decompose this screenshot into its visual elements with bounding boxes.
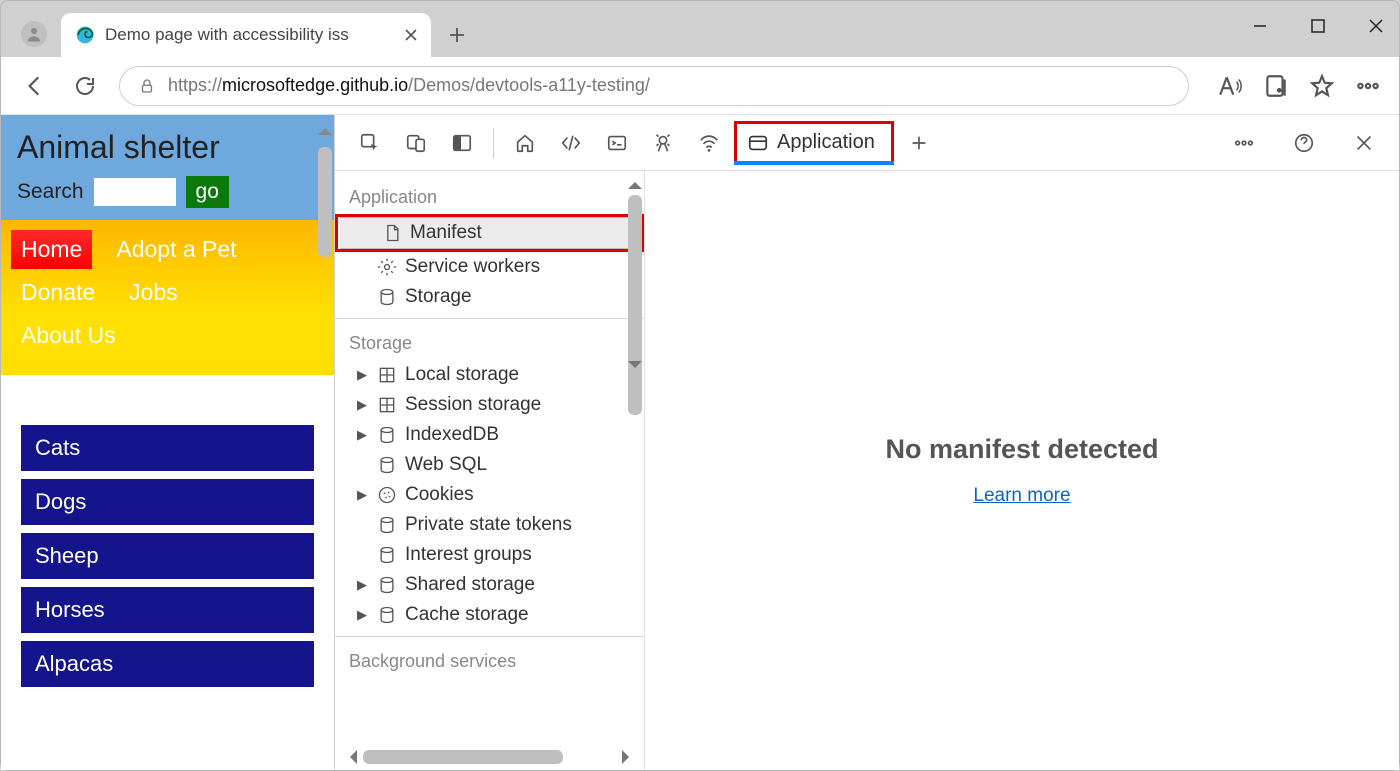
search-label: Search (17, 180, 84, 204)
animal-dogs[interactable]: Dogs (21, 479, 314, 525)
more-tabs-button[interactable] (898, 123, 940, 163)
tab-close-icon[interactable] (403, 27, 419, 43)
window-controls (1245, 11, 1391, 41)
database-icon (377, 605, 397, 625)
url-text: https://microsoftedge.github.io/Demos/de… (168, 75, 650, 96)
animal-sheep[interactable]: Sheep (21, 533, 314, 579)
network-tab-icon[interactable] (688, 123, 730, 163)
database-icon (377, 545, 397, 565)
console-tab-icon[interactable] (596, 123, 638, 163)
new-tab-button[interactable] (439, 17, 475, 53)
learn-more-link[interactable]: Learn more (973, 485, 1070, 507)
more-button[interactable] (1355, 73, 1381, 99)
lock-icon (138, 77, 156, 95)
help-icon[interactable] (1283, 123, 1325, 163)
nav-about[interactable]: About Us (11, 316, 126, 355)
elements-tab-icon[interactable] (550, 123, 592, 163)
sidebar-item-manifest[interactable]: Manifest (340, 217, 639, 249)
database-icon (377, 425, 397, 445)
animal-cats[interactable]: Cats (21, 425, 314, 471)
sidebar-item-service-workers[interactable]: Service workers (335, 252, 644, 282)
application-tab[interactable]: Application (734, 121, 894, 165)
page-scrollbar[interactable] (318, 121, 332, 750)
refresh-button[interactable] (69, 70, 101, 102)
maximize-button[interactable] (1303, 11, 1333, 41)
database-icon (377, 455, 397, 475)
sidebar-scrollbar[interactable] (628, 175, 642, 415)
manifest-icon (382, 223, 402, 243)
sidebar-item-websql[interactable]: Web SQL (335, 450, 644, 480)
devtools-toolbar: Application (335, 115, 1399, 171)
nav-adopt[interactable]: Adopt a Pet (106, 230, 246, 269)
devtools-panel: Application Application Manif (334, 115, 1399, 770)
page-nav: Home Adopt a Pet Donate Jobs About Us (1, 220, 334, 375)
page-content: Animal shelter Search go Home Adopt a Pe… (1, 115, 334, 770)
dock-side-icon[interactable] (441, 123, 483, 163)
sidebar-item-interest-groups[interactable]: Interest groups (335, 540, 644, 570)
browser-toolbar: https://microsoftedge.github.io/Demos/de… (1, 57, 1399, 115)
group-application: Application (335, 179, 644, 214)
no-manifest-message: No manifest detected (885, 434, 1158, 465)
back-button[interactable] (19, 70, 51, 102)
group-storage: Storage (335, 325, 644, 360)
animal-horses[interactable]: Horses (21, 587, 314, 633)
application-tab-label: Application (777, 131, 875, 154)
sidebar-item-shared-storage[interactable]: ▶Shared storage (335, 570, 644, 600)
gear-icon (377, 257, 397, 277)
grid-icon (377, 365, 397, 385)
sidebar-item-cookies[interactable]: ▶Cookies (335, 480, 644, 510)
close-button[interactable] (1361, 11, 1391, 41)
database-icon (377, 287, 397, 307)
devtools-close-icon[interactable] (1343, 123, 1385, 163)
sidebar-item-session-storage[interactable]: ▶Session storage (335, 390, 644, 420)
sources-tab-icon[interactable] (642, 123, 684, 163)
address-bar[interactable]: https://microsoftedge.github.io/Demos/de… (119, 66, 1189, 106)
browser-tab[interactable]: Demo page with accessibility iss (61, 13, 431, 57)
database-icon (377, 515, 397, 535)
application-icon (747, 132, 769, 154)
search-input[interactable] (94, 178, 176, 206)
database-icon (377, 575, 397, 595)
edge-favicon (75, 25, 95, 45)
sidebar-item-private-state-tokens[interactable]: Private state tokens (335, 510, 644, 540)
sidebar-hscrollbar[interactable] (343, 750, 636, 764)
sidebar-item-storage[interactable]: Storage (335, 282, 644, 312)
inspect-element-icon[interactable] (349, 123, 391, 163)
page-title: Animal shelter (17, 129, 318, 166)
application-main: No manifest detected Learn more (645, 171, 1399, 770)
tab-title: Demo page with accessibility iss (105, 25, 395, 45)
sidebar-item-indexeddb[interactable]: ▶IndexedDB (335, 420, 644, 450)
profile-button[interactable] (21, 21, 47, 47)
cookie-icon (377, 485, 397, 505)
collections-button[interactable] (1263, 73, 1289, 99)
group-background-services: Background services (335, 643, 644, 678)
animal-alpacas[interactable]: Alpacas (21, 641, 314, 687)
devtools-more-icon[interactable] (1223, 123, 1265, 163)
nav-jobs[interactable]: Jobs (119, 273, 188, 312)
minimize-button[interactable] (1245, 11, 1275, 41)
sidebar-item-cache-storage[interactable]: ▶Cache storage (335, 600, 644, 630)
search-go-button[interactable]: go (186, 176, 229, 208)
favorites-button[interactable] (1309, 73, 1335, 99)
device-emulation-icon[interactable] (395, 123, 437, 163)
browser-title-bar: Demo page with accessibility iss (1, 1, 1399, 57)
sidebar-item-local-storage[interactable]: ▶Local storage (335, 360, 644, 390)
read-aloud-button[interactable] (1217, 73, 1243, 99)
grid-icon (377, 395, 397, 415)
application-sidebar: Application Manifest Service workers (335, 171, 645, 770)
nav-home[interactable]: Home (11, 230, 92, 269)
welcome-tab-icon[interactable] (504, 123, 546, 163)
